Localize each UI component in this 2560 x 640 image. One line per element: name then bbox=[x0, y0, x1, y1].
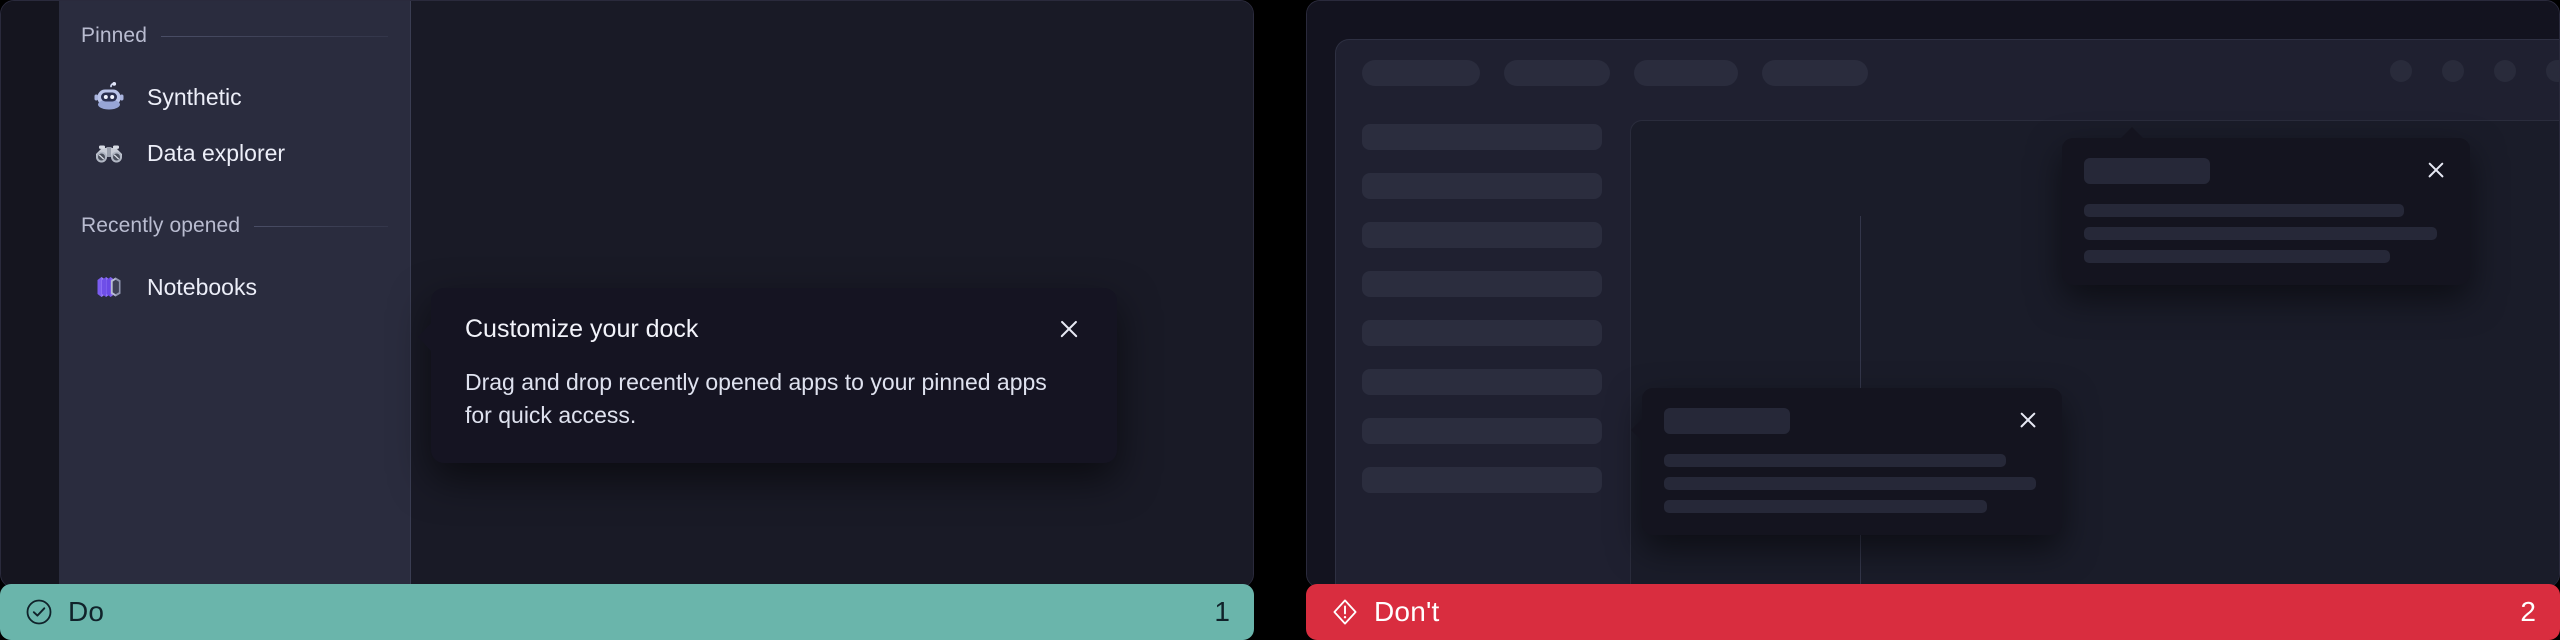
do-panel: Pinned Synthetic Data explorer Recently … bbox=[0, 0, 1254, 588]
do-banner-count: 1 bbox=[1214, 596, 1230, 627]
list-item[interactable] bbox=[1362, 271, 1602, 297]
dont-banner-count: 2 bbox=[2520, 596, 2536, 627]
skeleton-window bbox=[1335, 39, 2559, 587]
skeleton-list bbox=[1362, 124, 1602, 493]
skeleton-callout-top bbox=[2062, 127, 2470, 285]
skeleton-app-screenshot bbox=[1307, 1, 2559, 587]
comparison-stage: Pinned Synthetic Data explorer Recently … bbox=[0, 0, 2560, 640]
skeleton-text-line bbox=[1664, 477, 2037, 490]
list-item[interactable] bbox=[1362, 320, 1602, 346]
skeleton-callout-header bbox=[1664, 408, 2040, 434]
customize-dock-callout: Customize your dock Drag and drop recent… bbox=[418, 288, 1117, 463]
dock-sidebar: Pinned Synthetic Data explorer Recently … bbox=[59, 1, 411, 587]
skeleton-callout-body bbox=[1664, 454, 2040, 513]
check-circle-icon bbox=[24, 597, 54, 627]
do-banner: Do 1 bbox=[0, 584, 1254, 640]
dont-column: Don't 2 bbox=[1306, 0, 2560, 640]
list-item[interactable] bbox=[1362, 467, 1602, 493]
section-divider bbox=[254, 225, 388, 227]
binoculars-icon bbox=[89, 133, 129, 173]
notebooks-icon bbox=[89, 267, 129, 307]
section-header-pinned: Pinned bbox=[59, 19, 410, 53]
skeleton-tab[interactable] bbox=[1762, 60, 1868, 86]
section-divider bbox=[161, 35, 388, 37]
skeleton-dot[interactable] bbox=[2390, 60, 2412, 82]
sidebar-item-label: Synthetic bbox=[147, 83, 242, 110]
skeleton-text-line bbox=[1664, 500, 1988, 513]
list-item[interactable] bbox=[1362, 418, 1602, 444]
sidebar-item-notebooks[interactable]: Notebooks bbox=[59, 259, 410, 315]
skeleton-text-line bbox=[2084, 204, 2405, 217]
list-item[interactable] bbox=[1362, 369, 1602, 395]
dont-banner-label: Don't bbox=[1374, 596, 1440, 627]
section-label-recently-opened: Recently opened bbox=[81, 214, 241, 237]
skeleton-window-controls bbox=[2390, 60, 2559, 82]
skeleton-callout-title bbox=[2084, 158, 2210, 184]
do-banner-label: Do bbox=[68, 596, 105, 627]
skeleton-callout-middle bbox=[1631, 388, 2062, 535]
skeleton-dot[interactable] bbox=[2546, 60, 2559, 82]
sidebar-item-label: Data explorer bbox=[147, 139, 286, 166]
list-item[interactable] bbox=[1362, 124, 1602, 150]
skeleton-callout-body bbox=[2084, 204, 2448, 263]
skeleton-dot[interactable] bbox=[2494, 60, 2516, 82]
section-header-recently-opened: Recently opened bbox=[59, 209, 410, 243]
list-item[interactable] bbox=[1362, 173, 1602, 199]
skeleton-text-line bbox=[2084, 250, 2390, 263]
skeleton-text-line bbox=[1664, 454, 2007, 467]
robot-icon bbox=[89, 77, 129, 117]
callout-header: Customize your dock bbox=[465, 314, 1083, 344]
dont-panel bbox=[1306, 0, 2560, 588]
skeleton-topbar bbox=[1336, 40, 2559, 106]
dont-banner: Don't 2 bbox=[1306, 584, 2560, 640]
close-icon[interactable] bbox=[1055, 315, 1083, 343]
sidebar-item-label: Notebooks bbox=[147, 273, 257, 300]
skeleton-callout-title bbox=[1664, 408, 1790, 434]
warning-diamond-icon bbox=[1330, 597, 1360, 627]
callout-title: Customize your dock bbox=[465, 315, 699, 343]
section-label-pinned: Pinned bbox=[81, 24, 147, 47]
skeleton-callout-header bbox=[2084, 158, 2448, 184]
skeleton-tab[interactable] bbox=[1362, 60, 1480, 86]
close-icon[interactable] bbox=[2016, 408, 2040, 432]
skeleton-text-line bbox=[2084, 227, 2438, 240]
list-item[interactable] bbox=[1362, 222, 1602, 248]
skeleton-tab[interactable] bbox=[1634, 60, 1738, 86]
skeleton-tab[interactable] bbox=[1504, 60, 1610, 86]
close-icon[interactable] bbox=[2424, 158, 2448, 182]
callout-body: Drag and drop recently opened apps to yo… bbox=[465, 369, 1047, 429]
sidebar-item-synthetic[interactable]: Synthetic bbox=[59, 69, 410, 125]
do-column: Pinned Synthetic Data explorer Recently … bbox=[0, 0, 1254, 640]
app-rail bbox=[1, 1, 59, 587]
sidebar-item-data-explorer[interactable]: Data explorer bbox=[59, 125, 410, 181]
skeleton-dot[interactable] bbox=[2442, 60, 2464, 82]
